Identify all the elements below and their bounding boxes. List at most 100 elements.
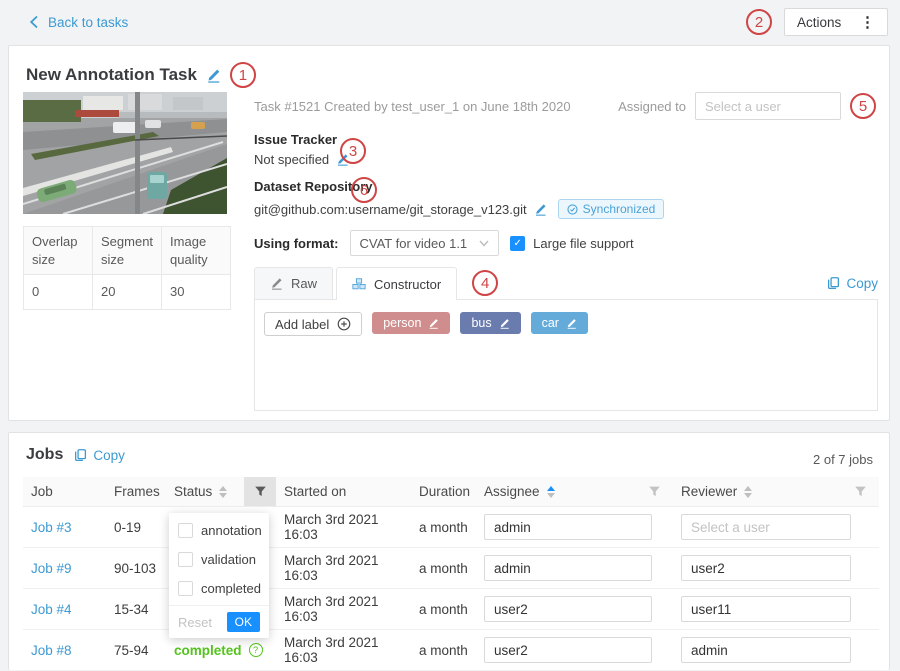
issue-tracker-label: Issue Tracker bbox=[254, 132, 349, 147]
large-file-checkbox[interactable]: ✓ Large file support bbox=[510, 236, 633, 251]
started-cell: March 3rd 2021 16:03 bbox=[276, 594, 411, 624]
job-link[interactable]: Job #3 bbox=[31, 520, 72, 535]
assignee-input[interactable] bbox=[484, 514, 652, 540]
param-header-overlap: Overlap size bbox=[24, 227, 93, 275]
sort-carets-reviewer[interactable] bbox=[744, 486, 752, 498]
filter-option-validation[interactable]: validation bbox=[169, 545, 269, 574]
reviewer-input[interactable] bbox=[681, 555, 851, 581]
filter-option-annotation[interactable]: annotation bbox=[169, 516, 269, 545]
edit-repository-icon[interactable] bbox=[534, 203, 547, 216]
jobs-title: Jobs bbox=[26, 446, 63, 464]
format-select-value: CVAT for video 1.1 bbox=[360, 236, 468, 251]
col-assignee[interactable]: Assignee bbox=[476, 477, 673, 506]
job-row: Job #3 0-19 March 3rd 2021 16:03 a month bbox=[23, 507, 879, 548]
jobs-copy-label: Copy bbox=[93, 448, 125, 463]
edit-label-icon[interactable] bbox=[428, 318, 439, 329]
label-chip-person[interactable]: person bbox=[372, 312, 450, 334]
assignee-input[interactable] bbox=[484, 637, 652, 663]
dataset-repository-url: git@github.com:username/git_storage_v123… bbox=[254, 202, 527, 217]
chevron-down-icon bbox=[479, 240, 489, 247]
edit-label-icon[interactable] bbox=[566, 318, 577, 329]
filter-ok-button[interactable]: OK bbox=[227, 612, 260, 632]
sort-carets-status[interactable] bbox=[219, 486, 227, 498]
col-job: Job bbox=[23, 477, 106, 506]
checkbox-icon[interactable] bbox=[178, 523, 193, 538]
checkbox-icon[interactable] bbox=[178, 552, 193, 567]
task-params-table: Overlap size Segment size Image quality … bbox=[23, 226, 231, 310]
jobs-copy-button[interactable]: Copy bbox=[74, 448, 125, 463]
back-to-tasks-link[interactable]: Back to tasks bbox=[28, 15, 128, 30]
assignee-input[interactable] bbox=[484, 555, 652, 581]
status-cell: completed ? bbox=[166, 643, 276, 658]
jobs-card: Jobs Copy 2 of 7 jobs Job Frames Status bbox=[8, 432, 890, 670]
checkbox-icon[interactable] bbox=[178, 581, 193, 596]
jobs-count: 2 of 7 jobs bbox=[813, 452, 873, 467]
labels-copy-button[interactable]: Copy bbox=[827, 276, 878, 291]
duration-cell: a month bbox=[411, 643, 476, 658]
label-chip-car-name: car bbox=[542, 316, 559, 330]
col-started: Started on bbox=[276, 477, 411, 506]
started-cell: March 3rd 2021 16:03 bbox=[276, 553, 411, 583]
filter-reset-button[interactable]: Reset bbox=[178, 615, 212, 630]
frames-cell: 75-94 bbox=[106, 643, 166, 658]
col-duration: Duration bbox=[411, 477, 476, 506]
reviewer-input[interactable] bbox=[681, 637, 851, 663]
assigned-to-input[interactable] bbox=[695, 92, 841, 120]
job-link[interactable]: Job #4 bbox=[31, 602, 72, 617]
label-chip-person-name: person bbox=[383, 316, 421, 330]
job-link[interactable]: Job #8 bbox=[31, 643, 72, 658]
dataset-repository-label: Dataset Repository bbox=[254, 179, 664, 194]
tab-raw[interactable]: Raw bbox=[254, 267, 333, 299]
duration-cell: a month bbox=[411, 520, 476, 535]
label-chip-bus[interactable]: bus bbox=[460, 312, 520, 334]
reviewer-input[interactable] bbox=[681, 514, 851, 540]
using-format-label: Using format: bbox=[254, 236, 339, 251]
tab-constructor-label: Constructor bbox=[374, 277, 441, 292]
callout-4: 4 bbox=[472, 270, 498, 296]
status-filter-dropdown: annotation validation completed Reset OK bbox=[169, 513, 269, 638]
task-thumbnail-image bbox=[23, 92, 227, 214]
back-to-tasks-label: Back to tasks bbox=[48, 15, 128, 30]
copy-icon bbox=[74, 448, 87, 462]
duration-cell: a month bbox=[411, 602, 476, 617]
param-value-segment: 20 bbox=[93, 275, 162, 310]
duration-cell: a month bbox=[411, 561, 476, 576]
tab-constructor[interactable]: Constructor bbox=[336, 267, 457, 300]
check-circle-icon bbox=[567, 204, 578, 215]
frames-cell: 15-34 bbox=[106, 602, 166, 617]
col-reviewer[interactable]: Reviewer bbox=[673, 477, 879, 506]
callout-1: 1 bbox=[230, 62, 256, 88]
reviewer-input[interactable] bbox=[681, 596, 851, 622]
assignee-input[interactable] bbox=[484, 596, 652, 622]
job-row: Job #4 15-34 March 3rd 2021 16:03 a mont… bbox=[23, 589, 879, 630]
filter-option-completed[interactable]: completed bbox=[169, 574, 269, 603]
sort-carets-assignee[interactable] bbox=[547, 486, 555, 498]
format-select[interactable]: CVAT for video 1.1 bbox=[350, 230, 500, 256]
assignee-filter-icon[interactable] bbox=[648, 485, 661, 498]
frames-cell: 0-19 bbox=[106, 520, 166, 535]
status-completed-label: completed bbox=[174, 643, 242, 658]
label-chip-car[interactable]: car bbox=[531, 312, 588, 334]
status-filter-button[interactable] bbox=[244, 477, 276, 506]
issue-tracker-value: Not specified bbox=[254, 152, 329, 167]
labels-copy-label: Copy bbox=[846, 276, 878, 291]
large-file-label: Large file support bbox=[533, 236, 633, 251]
vertical-dots-icon: ⋮ bbox=[860, 15, 875, 30]
col-status[interactable]: Status bbox=[166, 477, 244, 506]
actions-button[interactable]: Actions ⋮ bbox=[784, 8, 888, 36]
job-link[interactable]: Job #9 bbox=[31, 561, 72, 576]
assigned-to-label: Assigned to bbox=[618, 99, 686, 114]
sync-status-badge: Synchronized bbox=[558, 199, 665, 219]
job-row: Job #9 90-103 March 3rd 2021 16:03 a mon… bbox=[23, 548, 879, 589]
actions-label: Actions bbox=[797, 15, 841, 30]
started-cell: March 3rd 2021 16:03 bbox=[276, 512, 411, 542]
copy-icon bbox=[827, 276, 840, 290]
labels-tabbar: Raw Constructor 4 Copy bbox=[254, 267, 878, 300]
add-label-button[interactable]: Add label bbox=[264, 312, 362, 336]
jobs-table: Job Frames Status Started on Duration As… bbox=[23, 477, 879, 671]
reviewer-filter-icon[interactable] bbox=[854, 485, 867, 498]
sync-badge-label: Synchronized bbox=[583, 202, 656, 216]
edit-label-icon[interactable] bbox=[499, 318, 510, 329]
question-circle-icon[interactable]: ? bbox=[249, 643, 263, 657]
edit-title-icon[interactable] bbox=[206, 68, 221, 83]
